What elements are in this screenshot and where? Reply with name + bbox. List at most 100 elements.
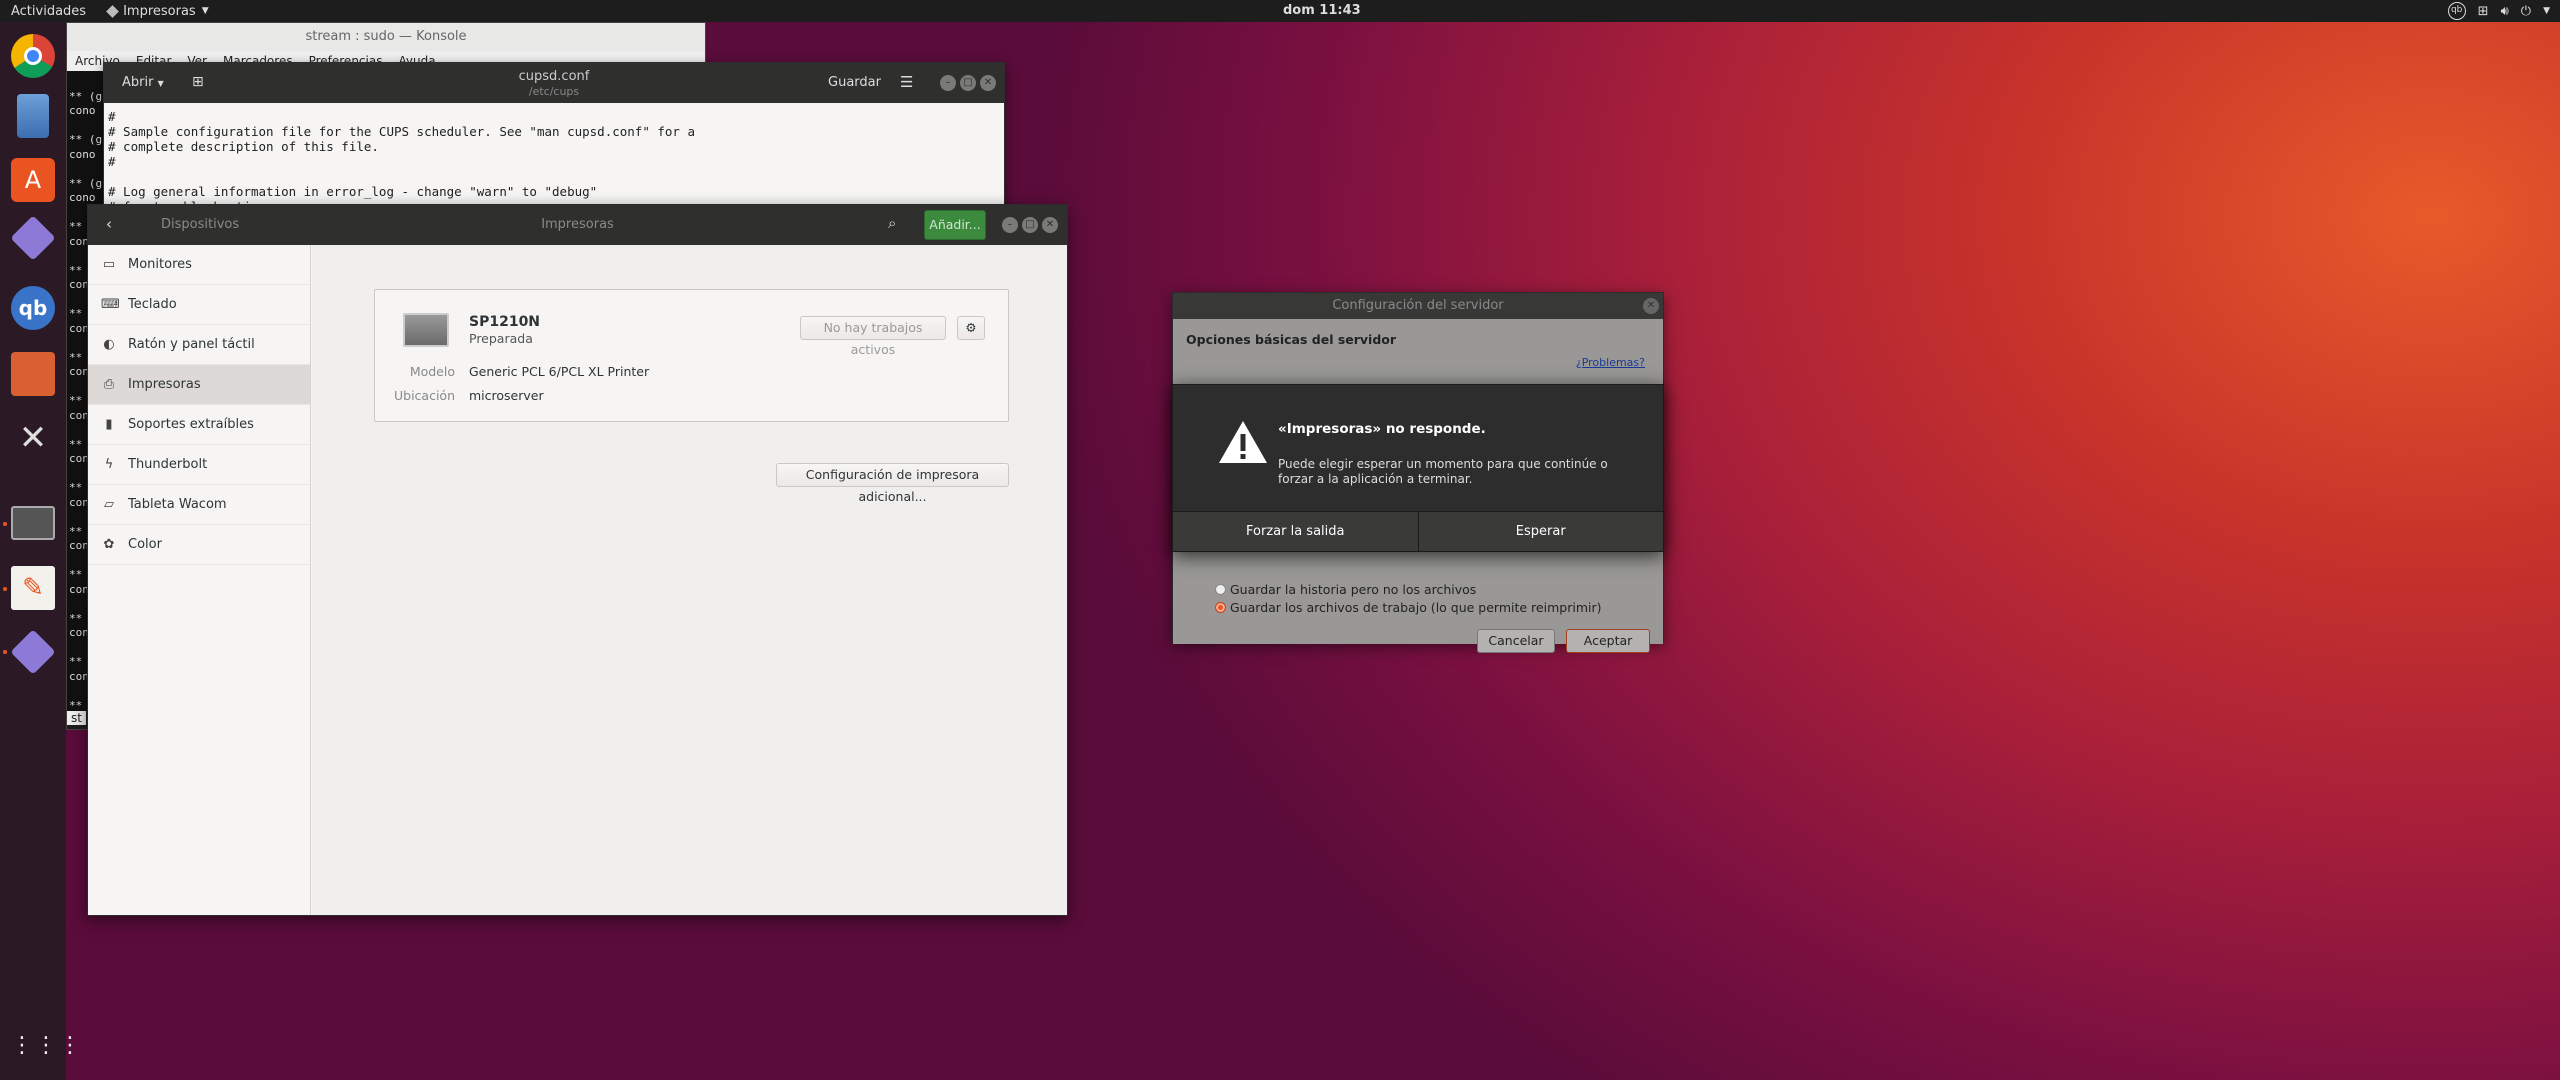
location-value[interactable]: microserver (469, 388, 544, 403)
app-diamond-icon[interactable] (10, 629, 56, 675)
usb-icon: ▮ (105, 416, 113, 432)
sidebar-item-color[interactable]: ✿ Color (88, 525, 310, 565)
text-editor-icon[interactable]: ✎ (11, 566, 55, 610)
editor-text[interactable]: # # Sample configuration file for the CU… (104, 103, 1004, 220)
sound-mixer-icon[interactable] (11, 352, 55, 396)
sidebar-item-label: Color (128, 537, 162, 552)
jobs-button[interactable]: No hay trabajos activos (800, 316, 946, 357)
gedit-headerbar: Abrir ▼ ⊞ cupsd.conf /etc/cups Guardar ☰… (104, 63, 1004, 103)
force-quit-button[interactable]: Forzar la salida (1173, 512, 1419, 551)
settings-window: ‹ Dispositivos Impresoras ⌕ Añadir... – … (87, 204, 1068, 916)
sidebar-item-label: Ratón y panel táctil (128, 337, 255, 352)
sidebar-item-impresoras[interactable]: ⎙ Impresoras (88, 365, 310, 405)
sidebar-item-label: Thunderbolt (128, 457, 208, 472)
sidebar-item-thunderbolt[interactable]: ϟ Thunderbolt (88, 445, 310, 485)
problems-link[interactable]: ¿Problemas? (1576, 356, 1645, 369)
system-tray: qb ⊞ 🔊︎ ⏻ ▼ (2447, 2, 2550, 20)
sidebar-item-monitores[interactable]: ▭ Monitores (88, 245, 310, 285)
software-center-icon[interactable]: A (11, 158, 55, 202)
color-icon: ✿ (103, 536, 115, 552)
back-arrow-icon[interactable]: ‹ (106, 215, 112, 233)
warning-icon (1219, 421, 1267, 463)
settings-headerbar: ‹ Dispositivos Impresoras ⌕ Añadir... – … (88, 205, 1067, 245)
accept-button[interactable]: Aceptar (1566, 629, 1650, 653)
radio-keep-files[interactable]: Guardar los archivos de trabajo (lo que … (1215, 600, 1601, 615)
radio-keep-history[interactable]: Guardar la historia pero no los archivos (1215, 582, 1476, 597)
dock: A qb ✕ ✎ ⋮⋮⋮ (0, 22, 81, 1080)
section-heading: Opciones básicas del servidor (1186, 332, 1397, 347)
sidebar-item-soportes[interactable]: ▮ Soportes extraíbles (88, 405, 310, 445)
activities-button[interactable]: Actividades (11, 4, 86, 19)
printer-app-icon (106, 4, 119, 18)
maximize-icon[interactable]: □ (1022, 217, 1038, 233)
model-label: Modelo (409, 364, 455, 379)
section-title: Dispositivos (161, 217, 240, 232)
tools-icon[interactable]: ✕ (11, 416, 55, 460)
printers-settings-icon[interactable] (11, 506, 55, 540)
sidebar-item-label: Impresoras (128, 377, 201, 392)
tablet-icon: ▱ (104, 496, 114, 512)
minimize-icon[interactable]: – (1002, 217, 1018, 233)
hamburger-menu-icon[interactable]: ☰ (900, 73, 913, 91)
terminal-tab[interactable]: st (67, 711, 86, 725)
gedit-window: Abrir ▼ ⊞ cupsd.conf /etc/cups Guardar ☰… (103, 62, 1005, 222)
app-diamond-icon[interactable] (10, 215, 56, 261)
wait-button[interactable]: Esperar (1418, 512, 1663, 551)
sidebar-item-label: Monitores (128, 257, 192, 272)
top-bar: Actividades Impresoras ▼ dom 11:43 qb ⊞ … (0, 0, 2560, 22)
window-title: stream : sudo — Konsole (305, 29, 467, 44)
printer-name: SP1210N (469, 314, 541, 330)
running-indicator (3, 650, 7, 654)
chevron-down-icon[interactable]: ▼ (2543, 6, 2550, 16)
mouse-icon: ◐ (103, 336, 115, 352)
running-indicator (3, 587, 7, 591)
radio-label: Guardar la historia pero no los archivos (1230, 582, 1477, 597)
radio-label: Guardar los archivos de trabajo (lo que … (1230, 600, 1602, 615)
show-applications-icon[interactable]: ⋮⋮⋮ (11, 1024, 81, 1068)
cancel-button[interactable]: Cancelar (1477, 629, 1555, 653)
location-label: Ubicación (393, 388, 455, 403)
power-icon[interactable]: ⏻ (2521, 4, 2531, 19)
app-menu-label: Impresoras (123, 3, 196, 19)
settings-sidebar: ▭ Monitores ⌨ Teclado ◐ Ratón y panel táctil ⎙… (88, 245, 311, 915)
sidebar-item-label: Soportes extraíbles (128, 417, 254, 432)
alert-title: «Impresoras» no responde. (1278, 421, 1486, 437)
clock[interactable]: dom 11:43 (1283, 3, 1361, 18)
search-icon[interactable]: ⌕ (888, 214, 896, 232)
network-icon[interactable]: ⊞ (2478, 4, 2489, 19)
printer-icon: ⎙ (103, 376, 115, 392)
minimize-icon[interactable]: – (940, 75, 956, 91)
model-value: Generic PCL 6/PCL XL Printer (469, 364, 650, 379)
sidebar-item-tableta[interactable]: ▱ Tableta Wacom (88, 485, 310, 525)
not-responding-dialog: «Impresoras» no responde. Puede elegir e… (1172, 384, 1664, 552)
chevron-down-icon: ▼ (201, 6, 209, 16)
additional-printer-settings-button[interactable]: Configuración de impresora adicional... (776, 463, 1009, 504)
sidebar-item-raton[interactable]: ◐ Ratón y panel táctil (88, 325, 310, 365)
close-icon[interactable]: ✕ (1042, 217, 1058, 233)
gear-icon[interactable]: ⚙ (957, 316, 985, 340)
monitor-icon: ▭ (102, 256, 116, 272)
qbittorrent-icon[interactable]: qb (11, 286, 55, 330)
dialog-title: Configuración del servidor (1332, 298, 1504, 313)
konsole-titlebar[interactable]: stream : sudo — Konsole (67, 23, 705, 51)
radio-button-selected[interactable] (1215, 602, 1226, 613)
sidebar-item-teclado[interactable]: ⌨ Teclado (88, 285, 310, 325)
save-button[interactable]: Guardar (828, 75, 881, 90)
maximize-icon[interactable]: □ (960, 75, 976, 91)
volume-icon[interactable]: 🔊︎ (2501, 4, 2509, 19)
alert-message: Puede elegir esperar un momento para que… (1278, 457, 1608, 486)
printer-icon (403, 313, 449, 347)
chrome-icon[interactable] (11, 34, 55, 78)
qbittorrent-tray-icon[interactable]: qb (2447, 2, 2466, 20)
close-icon[interactable]: ✕ (1643, 298, 1659, 314)
printer-card: SP1210N Preparada No hay trabajos activo… (374, 289, 1009, 422)
add-printer-button[interactable]: Añadir... (924, 210, 986, 240)
thunderbolt-icon: ϟ (104, 456, 114, 472)
sidebar-item-label: Tableta Wacom (128, 497, 227, 512)
close-icon[interactable]: ✕ (980, 75, 996, 91)
running-indicator (3, 522, 7, 526)
printers-panel: SP1210N Preparada No hay trabajos activo… (312, 245, 1067, 915)
files-icon[interactable] (17, 94, 49, 138)
app-menu[interactable]: Impresoras ▼ (106, 3, 209, 19)
radio-button[interactable] (1215, 584, 1226, 595)
